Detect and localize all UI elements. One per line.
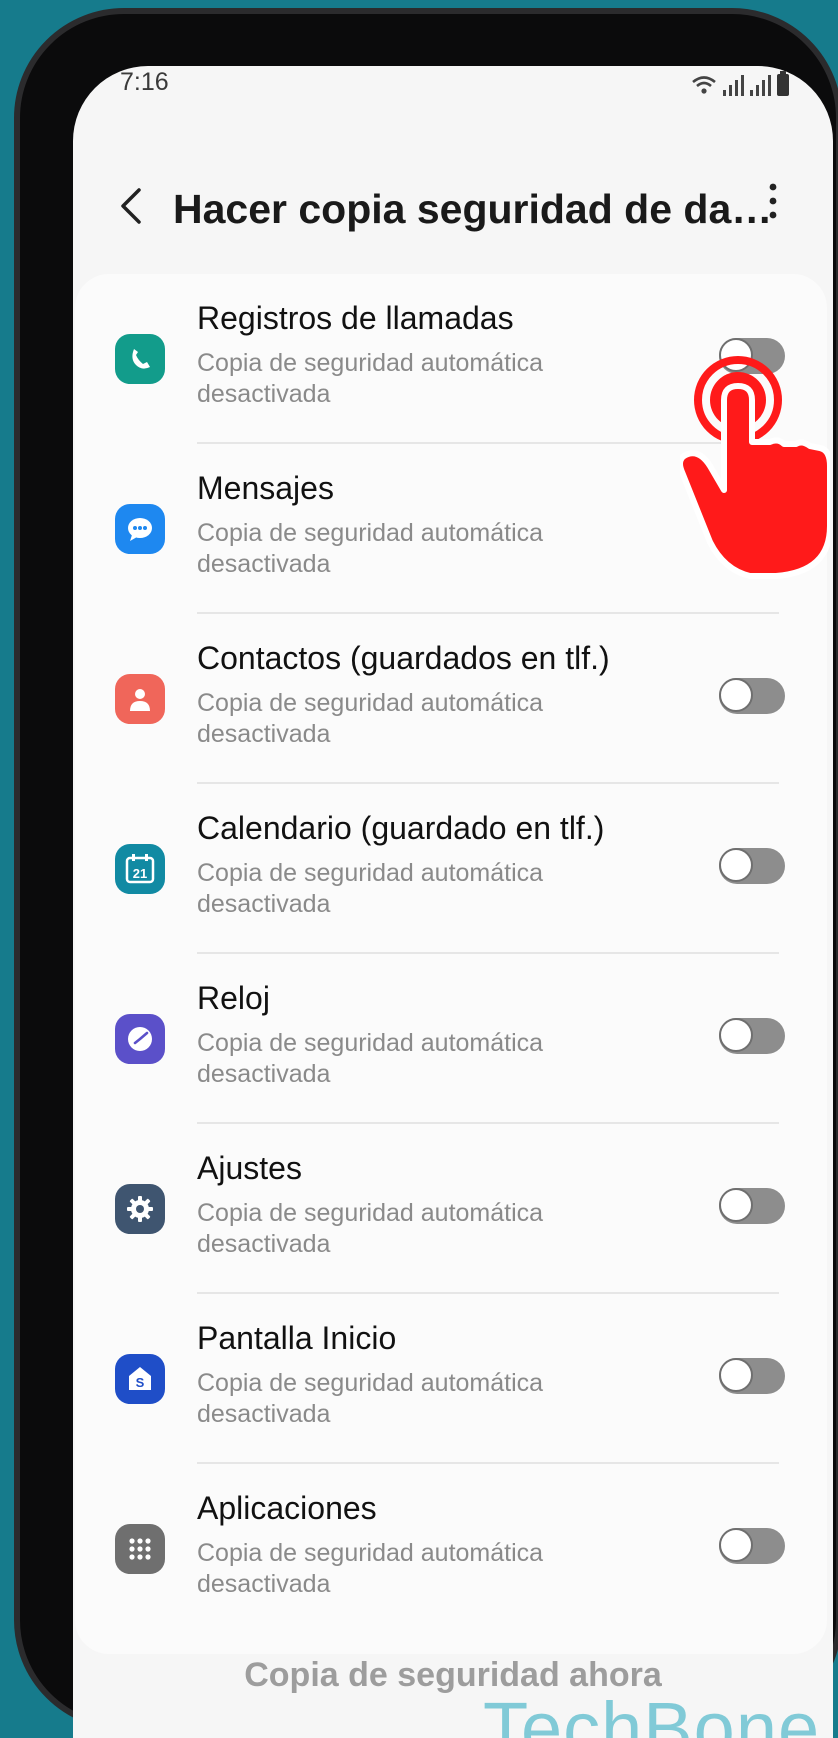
calendar-icon-text: 21: [133, 866, 147, 881]
item-label: Pantalla Inicio: [197, 1320, 397, 1356]
list-item-aplicaciones[interactable]: Aplicaciones Copia de seguridad automáti…: [75, 1464, 827, 1634]
item-subtitle: Copia de seguridad automática desactivad…: [197, 1199, 544, 1258]
backup-toggle-reloj[interactable]: [719, 1018, 785, 1054]
calendar-icon: 21: [115, 844, 165, 894]
apps-icon: [115, 1524, 165, 1574]
list-item-pantalla-inicio[interactable]: S Pantalla Inicio Copia de seguridad aut…: [75, 1294, 827, 1464]
message-icon: [115, 504, 165, 554]
list-item-contactos[interactable]: Contactos (guardados en tlf.) Copia de s…: [75, 614, 827, 784]
signal-icon: [723, 74, 744, 96]
backup-toggle-contactos[interactable]: [719, 678, 785, 714]
item-label: Mensajes: [197, 470, 334, 506]
app-header: Hacer copia seguridad de da…: [73, 166, 833, 246]
page-title: Hacer copia seguridad de da…: [173, 186, 773, 232]
status-time: 7:16: [120, 68, 169, 96]
list-item-ajustes[interactable]: Ajustes Copia de seguridad automática de…: [75, 1124, 827, 1294]
item-subtitle: Copia de seguridad automática desactivad…: [197, 519, 544, 578]
watermark: TechBone: [483, 1687, 821, 1738]
item-label: Registros de llamadas: [197, 300, 514, 336]
phone-icon: [115, 334, 165, 384]
item-subtitle: Copia de seguridad automática desactivad…: [197, 1539, 544, 1598]
home-screen-icon: S: [115, 1354, 165, 1404]
backup-toggle-pantalla-inicio[interactable]: [719, 1358, 785, 1394]
item-subtitle: Copia de seguridad automática desactivad…: [197, 1029, 544, 1088]
item-label: Aplicaciones: [197, 1490, 377, 1526]
home-screen-icon-text: S: [136, 1375, 145, 1390]
signal-icon-2: [750, 74, 771, 96]
backup-toggle-calendario[interactable]: [719, 848, 785, 884]
tap-hand-icon: [680, 356, 830, 579]
list-item-calendario[interactable]: 21 Calendario (guardado en tlf.) Copia d…: [75, 784, 827, 954]
item-subtitle: Copia de seguridad automática desactivad…: [197, 859, 544, 918]
item-label: Contactos (guardados en tlf.): [197, 640, 610, 676]
clock-icon: [115, 1014, 165, 1064]
battery-icon: [777, 71, 789, 96]
phone-frame: 7:16 Hacer copia seguridad de da… Regist…: [14, 8, 838, 1738]
contact-icon: [115, 674, 165, 724]
item-label: Calendario (guardado en tlf.): [197, 810, 605, 846]
wifi-icon: [692, 76, 716, 94]
status-bar: 7:16: [73, 66, 833, 126]
status-icons: [691, 71, 789, 96]
item-subtitle: Copia de seguridad automática desactivad…: [197, 689, 544, 748]
gear-icon: [115, 1184, 165, 1234]
back-arrow-icon[interactable]: [111, 176, 151, 236]
phone-screen: 7:16 Hacer copia seguridad de da… Regist…: [73, 66, 833, 1738]
item-subtitle: Copia de seguridad automática desactivad…: [197, 1369, 544, 1428]
list-item-reloj[interactable]: Reloj Copia de seguridad automática desa…: [75, 954, 827, 1124]
item-subtitle: Copia de seguridad automática desactivad…: [197, 349, 544, 408]
item-label: Ajustes: [197, 1150, 302, 1186]
item-label: Reloj: [197, 980, 270, 1016]
more-options-icon[interactable]: [761, 178, 785, 228]
backup-toggle-aplicaciones[interactable]: [719, 1528, 785, 1564]
backup-toggle-ajustes[interactable]: [719, 1188, 785, 1224]
